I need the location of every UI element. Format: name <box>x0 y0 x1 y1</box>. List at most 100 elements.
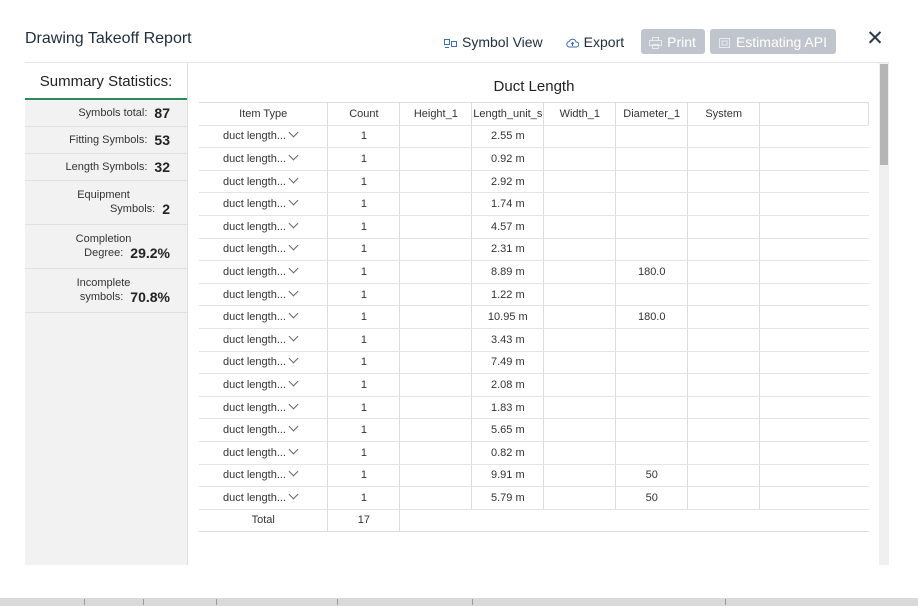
table-cell-width <box>543 305 617 329</box>
chevron-down-icon[interactable] <box>288 376 299 387</box>
table-cell-width <box>543 328 617 352</box>
table-cell-count: 1 <box>327 396 401 420</box>
item-type-dropdown[interactable]: duct length... <box>199 305 329 329</box>
stat-label: Symbols total: <box>78 107 148 119</box>
stat-value: 29.2% <box>130 244 170 261</box>
item-type-label: duct length... <box>223 446 286 459</box>
item-type-dropdown[interactable]: duct length... <box>199 147 329 171</box>
table-cell-count: 1 <box>327 192 401 216</box>
chevron-down-icon[interactable] <box>288 331 299 342</box>
chevron-down-icon[interactable] <box>288 353 299 364</box>
item-type-dropdown[interactable]: duct length... <box>199 441 329 465</box>
table-cell-width <box>543 418 617 442</box>
chevron-down-icon[interactable] <box>288 399 299 409</box>
table-row: duct length... 1 2.31 m <box>199 238 869 262</box>
table-row: duct length... 1 1.22 m <box>199 283 869 307</box>
print-button[interactable]: Print <box>641 29 705 54</box>
row-filler <box>759 238 869 262</box>
column-header[interactable]: Width_1 <box>543 102 617 126</box>
table-cell-system <box>687 464 761 488</box>
row-filler <box>759 486 869 510</box>
table-cell-length: 10.95 m <box>471 305 545 329</box>
scrollbar-thumb[interactable] <box>880 64 888 165</box>
item-type-label: duct length... <box>223 424 286 437</box>
column-header[interactable]: Height_1 <box>399 102 473 126</box>
table-cell-diameter <box>615 147 689 171</box>
item-type-label: duct length... <box>223 401 286 414</box>
column-header[interactable]: Length_unit_s <box>471 102 545 126</box>
chevron-down-icon[interactable] <box>288 263 299 274</box>
table-cell-height <box>399 260 473 284</box>
takeoff-report-dialog: Drawing Takeoff Report Symbol View Expor… <box>0 0 918 598</box>
table-cell-diameter <box>615 215 689 239</box>
vertical-scrollbar[interactable] <box>879 63 889 565</box>
estimating-api-button[interactable]: Estimating API <box>709 29 836 54</box>
item-type-label: duct length... <box>223 288 286 301</box>
table-cell-width <box>543 396 617 420</box>
item-type-dropdown[interactable]: duct length... <box>199 215 329 239</box>
table-cell-diameter <box>615 418 689 442</box>
item-type-dropdown[interactable]: duct length... <box>199 260 329 284</box>
item-type-dropdown[interactable]: duct length... <box>199 125 329 149</box>
item-type-dropdown[interactable]: duct length... <box>199 328 329 352</box>
item-type-dropdown[interactable]: duct length... <box>199 373 329 397</box>
table-row: duct length... 1 2.08 m <box>199 373 869 397</box>
table-row: duct length... 1 2.92 m <box>199 170 869 194</box>
column-header[interactable]: Item Type <box>199 102 329 126</box>
column-header[interactable]: Count <box>327 102 401 126</box>
table-cell-width <box>543 441 617 465</box>
table-cell-length: 2.31 m <box>471 238 545 262</box>
close-icon[interactable]: ✕ <box>866 28 884 50</box>
table-total-row: Total 17 <box>199 509 869 533</box>
chevron-down-icon[interactable] <box>288 195 299 206</box>
chevron-down-icon[interactable] <box>288 286 299 296</box>
row-filler <box>759 283 869 307</box>
item-type-dropdown[interactable]: duct length... <box>199 170 329 194</box>
printer-icon <box>649 36 663 49</box>
chevron-down-icon[interactable] <box>288 127 299 138</box>
item-type-dropdown[interactable]: duct length... <box>199 418 329 442</box>
stat-label-line1: Equipment <box>77 188 130 201</box>
chevron-down-icon[interactable] <box>288 150 299 161</box>
item-type-dropdown[interactable]: duct length... <box>199 396 329 420</box>
chevron-down-icon[interactable] <box>288 173 299 184</box>
table-cell-diameter <box>615 441 689 465</box>
table-cell-system <box>687 125 761 149</box>
chevron-down-icon[interactable] <box>288 466 299 477</box>
chevron-down-icon[interactable] <box>288 308 299 319</box>
row-filler <box>759 170 869 194</box>
estimating-api-label: Estimating API <box>735 33 827 50</box>
item-type-dropdown[interactable]: duct length... <box>199 351 329 375</box>
table-cell-height <box>399 147 473 171</box>
item-type-dropdown[interactable]: duct length... <box>199 238 329 262</box>
table-cell-length: 1.83 m <box>471 396 545 420</box>
report-content: Duct Length Item Type Count Height_1 Len… <box>199 63 869 565</box>
cloud-upload-icon <box>566 36 579 48</box>
api-icon <box>718 36 731 48</box>
table-cell-diameter <box>615 396 689 420</box>
chevron-down-icon[interactable] <box>288 421 299 432</box>
column-header[interactable]: System <box>687 102 761 126</box>
item-type-dropdown[interactable]: duct length... <box>199 464 329 488</box>
export-button[interactable]: Export <box>566 34 624 50</box>
item-type-dropdown[interactable]: duct length... <box>199 283 329 307</box>
chevron-down-icon[interactable] <box>288 218 299 229</box>
table-cell-count: 1 <box>327 351 401 375</box>
chevron-down-icon[interactable] <box>288 489 299 500</box>
item-type-dropdown[interactable]: duct length... <box>199 192 329 216</box>
chevron-down-icon[interactable] <box>288 444 299 455</box>
symbol-view-label: Symbol View <box>462 33 543 50</box>
symbol-view-button[interactable]: Symbol View <box>444 34 543 50</box>
table-cell-system <box>687 441 761 465</box>
table-cell-length: 8.89 m <box>471 260 545 284</box>
table-row: duct length... 1 2.55 m <box>199 125 869 149</box>
table-cell-system <box>687 328 761 352</box>
table-cell-diameter <box>615 283 689 307</box>
chevron-down-icon[interactable] <box>288 240 299 251</box>
stat-fitting-symbols: Fitting Symbols: 53 <box>25 127 187 154</box>
column-header-filler <box>759 102 869 126</box>
table-row: duct length... 1 1.74 m <box>199 192 869 216</box>
item-type-dropdown[interactable]: duct length... <box>199 486 329 510</box>
table-cell-length: 0.92 m <box>471 147 545 171</box>
column-header[interactable]: Diameter_1 <box>615 102 689 126</box>
